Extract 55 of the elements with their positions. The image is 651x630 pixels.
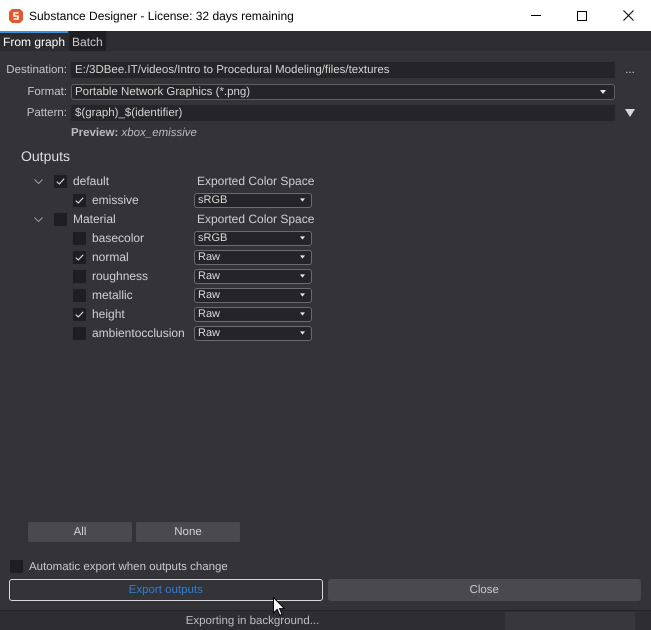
column-label: Exported Color Space — [196, 174, 312, 188]
color-space-dropdown[interactable]: Raw — [194, 306, 312, 322]
dropdown-arrow-icon — [300, 255, 305, 259]
output-label: ambientocclusion — [92, 326, 185, 340]
close-icon — [622, 10, 634, 21]
checkbox[interactable] — [73, 194, 86, 206]
color-space-dropdown[interactable]: Raw — [194, 288, 312, 302]
dropdown-arrow-icon — [300, 331, 305, 335]
output-label: basecolor — [92, 231, 144, 245]
select-button[interactable]: All — [28, 522, 132, 542]
field-label: Destination: — [5, 64, 67, 76]
format-dropdown[interactable]: Portable Network Graphics (*.png) — [71, 84, 615, 100]
output-label: height — [92, 307, 125, 321]
color-space-dropdown[interactable]: Raw — [194, 268, 312, 284]
dropdown-arrow-icon — [300, 293, 305, 297]
app-logo-icon — [8, 8, 24, 24]
dropdown-arrow-icon — [300, 312, 305, 316]
output-label: emissive — [92, 193, 139, 207]
chevron-icon[interactable] — [34, 176, 43, 186]
action-button[interactable]: Close — [328, 579, 641, 601]
chevron-icon[interactable] — [34, 214, 43, 224]
color-space-dropdown[interactable]: Raw — [194, 250, 312, 264]
color-space-dropdown[interactable]: sRGB — [194, 192, 312, 208]
color-space-dropdown[interactable]: Raw — [194, 326, 312, 340]
column-label: Exported Color Space — [196, 212, 312, 226]
output-label: metallic — [92, 288, 133, 302]
dropdown-arrow-icon — [300, 198, 305, 202]
status-text: Exporting in background... — [184, 614, 320, 626]
window-title: Substance Designer - License: 32 days remaining — [29, 8, 295, 22]
dropdown-arrow-icon — [600, 90, 606, 94]
browse-button[interactable]: ... — [619, 62, 641, 78]
output-label: roughness — [92, 269, 148, 283]
pattern-field[interactable]: $(graph)_$(identifier) — [71, 105, 615, 121]
minimize-icon — [531, 15, 541, 16]
mouse-cursor-icon — [273, 597, 285, 616]
section-heading: Outputs — [21, 146, 70, 164]
output-group-label: default — [73, 174, 110, 188]
checkbox-label: Automatic export when outputs change — [29, 560, 228, 572]
tab[interactable]: Batch — [69, 31, 106, 51]
select-button[interactable]: None — [136, 522, 240, 542]
dropdown-arrow-icon — [300, 274, 305, 278]
dropdown-arrow-icon — [300, 236, 305, 240]
output-group-label: Material — [73, 212, 116, 226]
dropdown-arrow-icon[interactable] — [625, 109, 635, 117]
checkbox[interactable] — [73, 250, 86, 264]
tab[interactable]: From graph — [0, 31, 68, 51]
preview-text: Preview: xbox_emissive — [71, 126, 198, 138]
output-label: normal — [92, 250, 129, 264]
destination-field[interactable]: E:/3DBee.IT/videos/Intro to Procedural Modeling/files/textures — [71, 62, 615, 78]
color-space-dropdown[interactable]: sRGB — [194, 230, 312, 246]
maximize-icon — [577, 10, 587, 20]
field-label: Pattern: — [26, 107, 67, 119]
field-label: Format: — [26, 86, 67, 98]
checkbox[interactable] — [73, 308, 86, 320]
checkbox[interactable] — [54, 174, 67, 188]
